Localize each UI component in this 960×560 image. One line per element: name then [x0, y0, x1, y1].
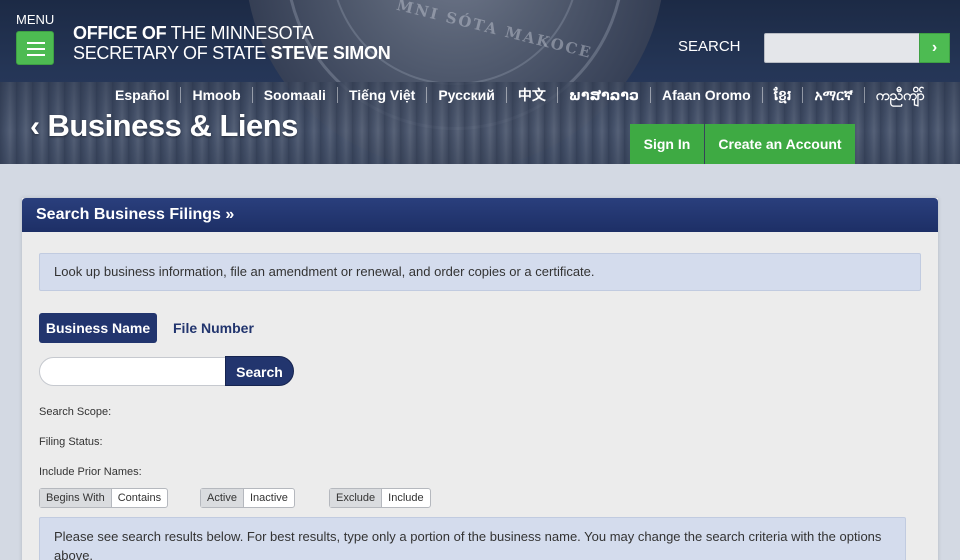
lang-link-russian[interactable]: Русский — [426, 87, 506, 103]
site-search-label: SEARCH — [678, 38, 741, 55]
site-search-input[interactable] — [764, 33, 920, 63]
lang-link-hmong[interactable]: Hmoob — [180, 87, 251, 103]
prior-names-toggle: Exclude Include — [329, 488, 431, 508]
site-header: MNI SÓTA MAKOCE MENU OFFICE OF THE MINNE… — [0, 0, 960, 164]
menu-label: MENU — [16, 12, 55, 27]
filing-status-label: Filing Status: — [39, 436, 103, 448]
search-scope-toggle: Begins With Contains — [39, 488, 169, 508]
filing-status-toggle: Active Inactive — [200, 488, 295, 508]
sign-in-button[interactable]: Sign In — [630, 124, 704, 164]
scope-begins-with-option[interactable]: Begins With — [40, 489, 111, 507]
page-title: ‹ Business & Liens — [30, 108, 298, 144]
lang-link-khmer[interactable]: ខ្មែរ — [761, 87, 803, 103]
lang-link-spanish[interactable]: Español — [104, 87, 180, 103]
create-account-button[interactable]: Create an Account — [705, 124, 855, 164]
lang-link-chinese[interactable]: 中文 — [505, 87, 557, 103]
status-active-option[interactable]: Active — [201, 489, 243, 507]
tab-file-number[interactable]: File Number — [173, 313, 254, 343]
prior-names-label: Include Prior Names: — [39, 466, 142, 478]
lang-link-amharic[interactable]: አማርኛ — [802, 87, 863, 103]
chevron-left-icon[interactable]: ‹ — [30, 110, 40, 143]
lang-link-karen[interactable]: ကညီကျိာ် — [863, 87, 936, 103]
language-nav: Español Hmoob Soomaali Tiếng Việt Русски… — [104, 87, 936, 103]
lang-link-vietnamese[interactable]: Tiếng Việt — [336, 87, 426, 103]
lang-link-somali[interactable]: Soomaali — [251, 87, 337, 103]
search-scope-label: Search Scope: — [39, 406, 112, 418]
prior-include-option[interactable]: Include — [381, 489, 429, 507]
site-search-go-icon[interactable]: › — [919, 33, 950, 63]
tab-business-name[interactable]: Business Name — [39, 313, 157, 343]
prior-exclude-option[interactable]: Exclude — [330, 489, 382, 507]
page-title-text: Business & Liens — [47, 108, 299, 143]
lang-link-lao[interactable]: ພາສາລາວ — [556, 87, 650, 103]
hamburger-menu-icon[interactable] — [16, 31, 54, 65]
status-inactive-option[interactable]: Inactive — [242, 489, 294, 507]
site-logo[interactable]: OFFICE OF THE MINNESOTA SECRETARY OF STA… — [73, 23, 391, 63]
logo-line1-bold: OFFICE OF — [73, 23, 167, 43]
logo-line1-rest: THE MINNESOTA — [166, 23, 314, 43]
business-name-input[interactable] — [39, 357, 227, 386]
results-message: Please see search results below. For bes… — [39, 517, 906, 560]
card-title[interactable]: Search Business Filings » — [22, 198, 938, 232]
business-search-button[interactable]: Search — [225, 356, 294, 386]
search-business-card: Search Business Filings » Look up busine… — [22, 198, 938, 560]
info-message: Look up business information, file an am… — [39, 253, 921, 291]
scope-contains-option[interactable]: Contains — [110, 489, 167, 507]
lang-link-oromo[interactable]: Afaan Oromo — [649, 87, 762, 103]
logo-line2-rest: SECRETARY OF STATE — [73, 43, 271, 63]
logo-line2-bold: STEVE SIMON — [270, 43, 391, 63]
